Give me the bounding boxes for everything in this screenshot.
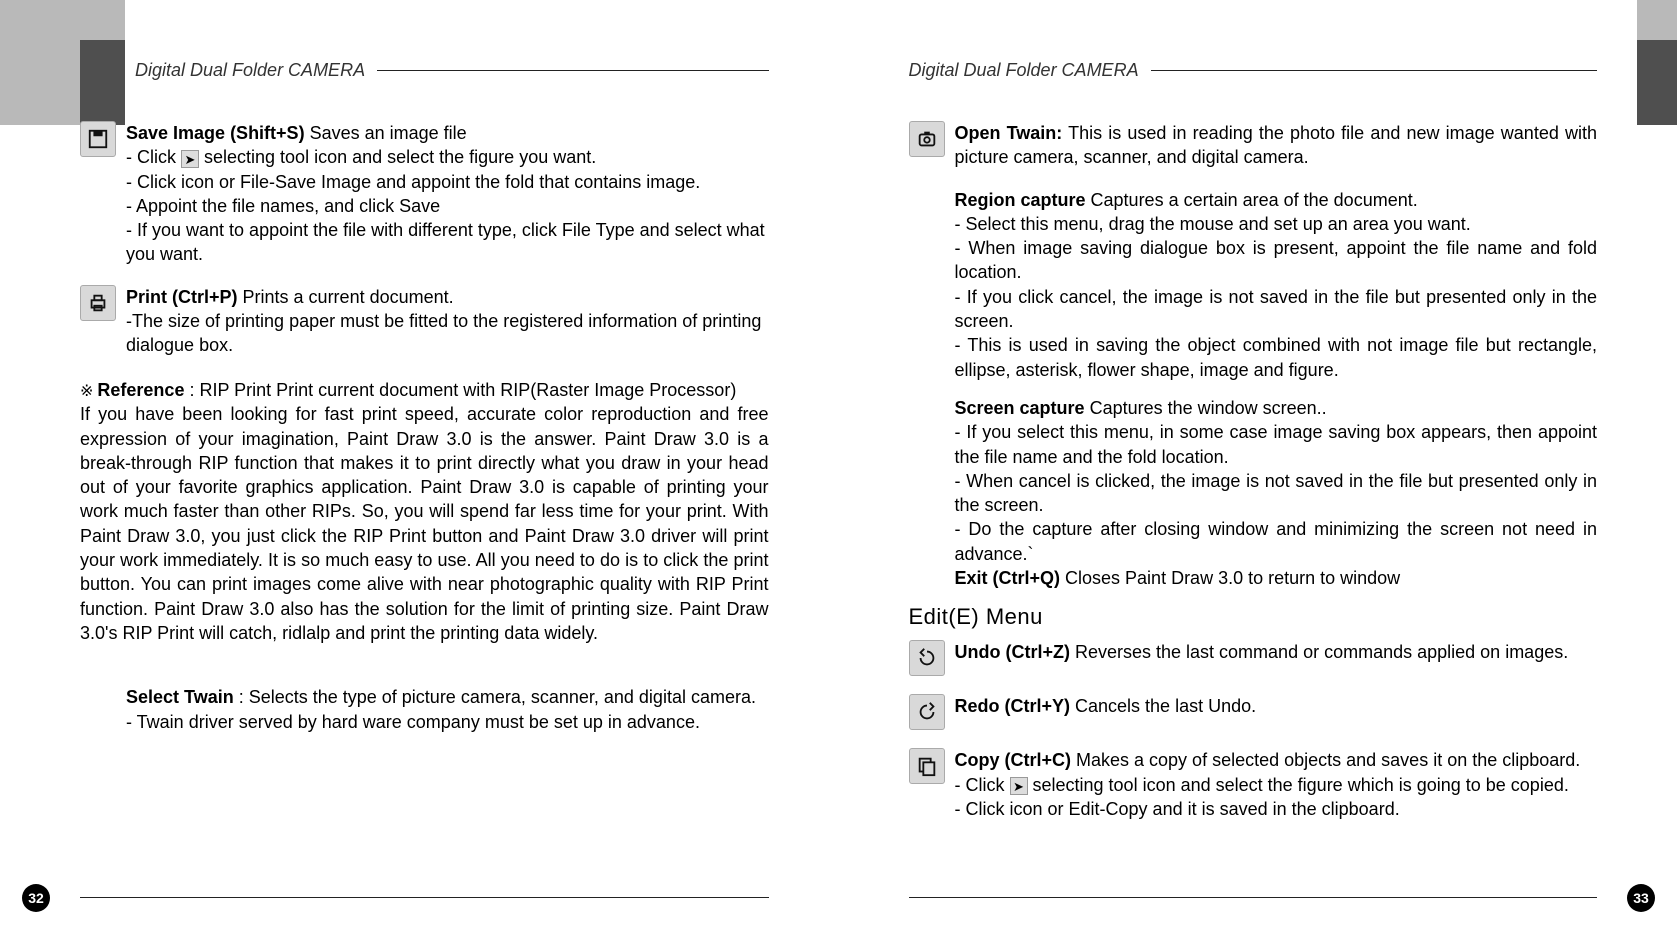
copy-text: Copy (Ctrl+C) Makes a copy of selected o… — [955, 748, 1598, 821]
running-header-right: Digital Dual Folder CAMERA — [909, 60, 1598, 81]
print-line1: -The size of printing paper must be fitt… — [126, 311, 761, 355]
redo-desc: Cancels the last Undo. — [1070, 696, 1256, 716]
exit-title: Exit (Ctrl+Q) — [955, 568, 1061, 588]
page-left: Digital Dual Folder CAMERA Save Image (S… — [0, 0, 839, 942]
page-spread: Digital Dual Folder CAMERA Save Image (S… — [0, 0, 1677, 942]
footer-rule-right — [909, 897, 1598, 898]
print-text: Print (Ctrl+P) Prints a current document… — [126, 285, 769, 358]
select-twain-tail: : Selects the type of picture camera, sc… — [234, 687, 756, 707]
save-image-icon — [80, 121, 116, 157]
running-header-left: Digital Dual Folder CAMERA — [135, 60, 769, 81]
copy-icon — [909, 748, 945, 784]
print-icon — [80, 285, 116, 321]
print-desc: Prints a current document. — [243, 287, 454, 307]
region-capture-l1: - Select this menu, drag the mouse and s… — [955, 214, 1471, 234]
save-image-line4: - If you want to appoint the file with d… — [126, 220, 765, 264]
save-image-title: Save Image (Shift+S) — [126, 123, 305, 143]
undo-text: Undo (Ctrl+Z) Reverses the last command … — [955, 640, 1598, 676]
copy-l2: - Click icon or Edit-Copy and it is save… — [955, 799, 1400, 819]
cursor-icon: ➤ — [181, 150, 199, 168]
copy-l1b: selecting tool icon and select the figur… — [1028, 775, 1569, 795]
undo-item: Undo (Ctrl+Z) Reverses the last command … — [909, 640, 1598, 676]
open-twain-text: Open Twain: This is used in reading the … — [955, 121, 1598, 170]
page-right: Digital Dual Folder CAMERA Open Twain: T… — [839, 0, 1677, 942]
reference-block: ※Reference : RIP Print Print current doc… — [80, 378, 769, 646]
running-header-text-right: Digital Dual Folder CAMERA — [909, 60, 1139, 81]
region-capture-l4: - This is used in saving the object comb… — [955, 335, 1598, 379]
open-twain-item: Open Twain: This is used in reading the … — [909, 121, 1598, 170]
save-image-text: Save Image (Shift+S) Saves an image file… — [126, 121, 769, 267]
save-image-desc: Saves an image file — [310, 123, 467, 143]
screen-capture-l2: - When cancel is clicked, the image is n… — [955, 471, 1598, 515]
redo-icon — [909, 694, 945, 730]
screen-capture-title: Screen capture — [955, 398, 1085, 418]
screen-capture-l1: - If you select this menu, in some case … — [955, 422, 1598, 466]
screen-capture-l3: - Do the capture after closing window an… — [955, 519, 1598, 563]
page-number-left: 32 — [22, 884, 50, 912]
reference-symbol: ※ — [80, 383, 93, 400]
screen-capture-desc: Captures the window screen.. — [1085, 398, 1327, 418]
redo-title: Redo (Ctrl+Y) — [955, 696, 1071, 716]
open-twain-title: Open Twain: — [955, 123, 1063, 143]
redo-text: Redo (Ctrl+Y) Cancels the last Undo. — [955, 694, 1598, 730]
save-image-line1a: - Click — [126, 147, 181, 167]
copy-title: Copy (Ctrl+C) — [955, 750, 1072, 770]
region-capture-desc: Captures a certain area of the document. — [1086, 190, 1418, 210]
print-title: Print (Ctrl+P) — [126, 287, 238, 307]
region-capture-l2: - When image saving dialogue box is pres… — [955, 238, 1598, 282]
header-rule — [377, 70, 768, 71]
save-image-item: Save Image (Shift+S) Saves an image file… — [80, 121, 769, 267]
page-number-right: 33 — [1627, 884, 1655, 912]
copy-l1a: - Click — [955, 775, 1010, 795]
undo-desc: Reverses the last command or commands ap… — [1070, 642, 1568, 662]
save-image-line2: - Click icon or File-Save Image and appo… — [126, 172, 700, 192]
save-image-line3: - Appoint the file names, and click Save — [126, 196, 440, 216]
region-capture-l3: - If you click cancel, the image is not … — [955, 287, 1598, 331]
region-capture-block: Region capture Captures a certain area o… — [955, 188, 1598, 382]
edit-menu-title: Edit(E) Menu — [909, 604, 1598, 630]
header-rule-right — [1151, 70, 1597, 71]
copy-desc: Makes a copy of selected objects and sav… — [1071, 750, 1580, 770]
reference-tail: : RIP Print Print current document with … — [184, 380, 736, 400]
redo-item: Redo (Ctrl+Y) Cancels the last Undo. — [909, 694, 1598, 730]
undo-title: Undo (Ctrl+Z) — [955, 642, 1070, 662]
select-twain-title: Select Twain — [126, 687, 234, 707]
copy-item: Copy (Ctrl+C) Makes a copy of selected o… — [909, 748, 1598, 821]
running-header-text: Digital Dual Folder CAMERA — [135, 60, 365, 81]
exit-desc: Closes Paint Draw 3.0 to return to windo… — [1060, 568, 1400, 588]
screen-capture-block: Screen capture Captures the window scree… — [955, 396, 1598, 590]
print-item: Print (Ctrl+P) Prints a current document… — [80, 285, 769, 358]
save-image-line1b: selecting tool icon and select the figur… — [199, 147, 596, 167]
open-twain-icon — [909, 121, 945, 157]
footer-rule-left — [80, 897, 769, 898]
region-capture-title: Region capture — [955, 190, 1086, 210]
select-twain-block: Select Twain : Selects the type of pictu… — [126, 685, 769, 734]
select-twain-line1: - Twain driver served by hard ware compa… — [126, 712, 700, 732]
undo-icon — [909, 640, 945, 676]
reference-body: If you have been looking for fast print … — [80, 404, 769, 643]
cursor-icon: ➤ — [1010, 777, 1028, 795]
reference-lead: Reference — [97, 380, 184, 400]
